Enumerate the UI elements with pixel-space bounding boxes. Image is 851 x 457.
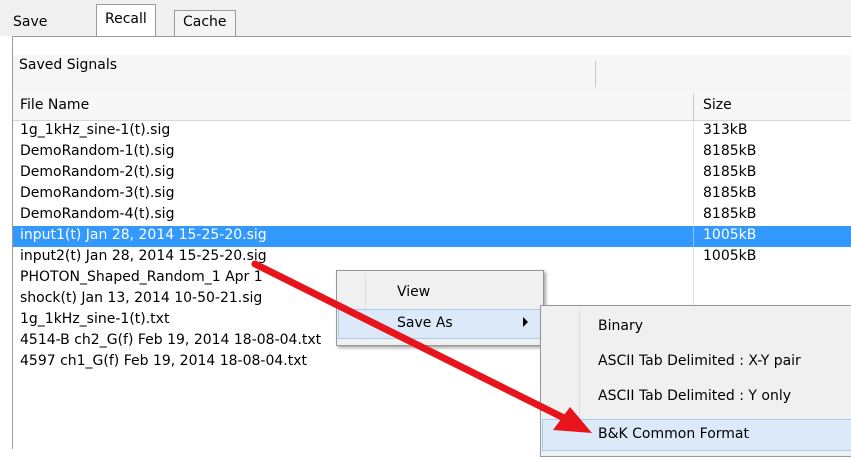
arrow-head-icon [553, 407, 592, 433]
red-arrow-annotation [251, 260, 592, 433]
arrow-shaft [251, 260, 576, 426]
